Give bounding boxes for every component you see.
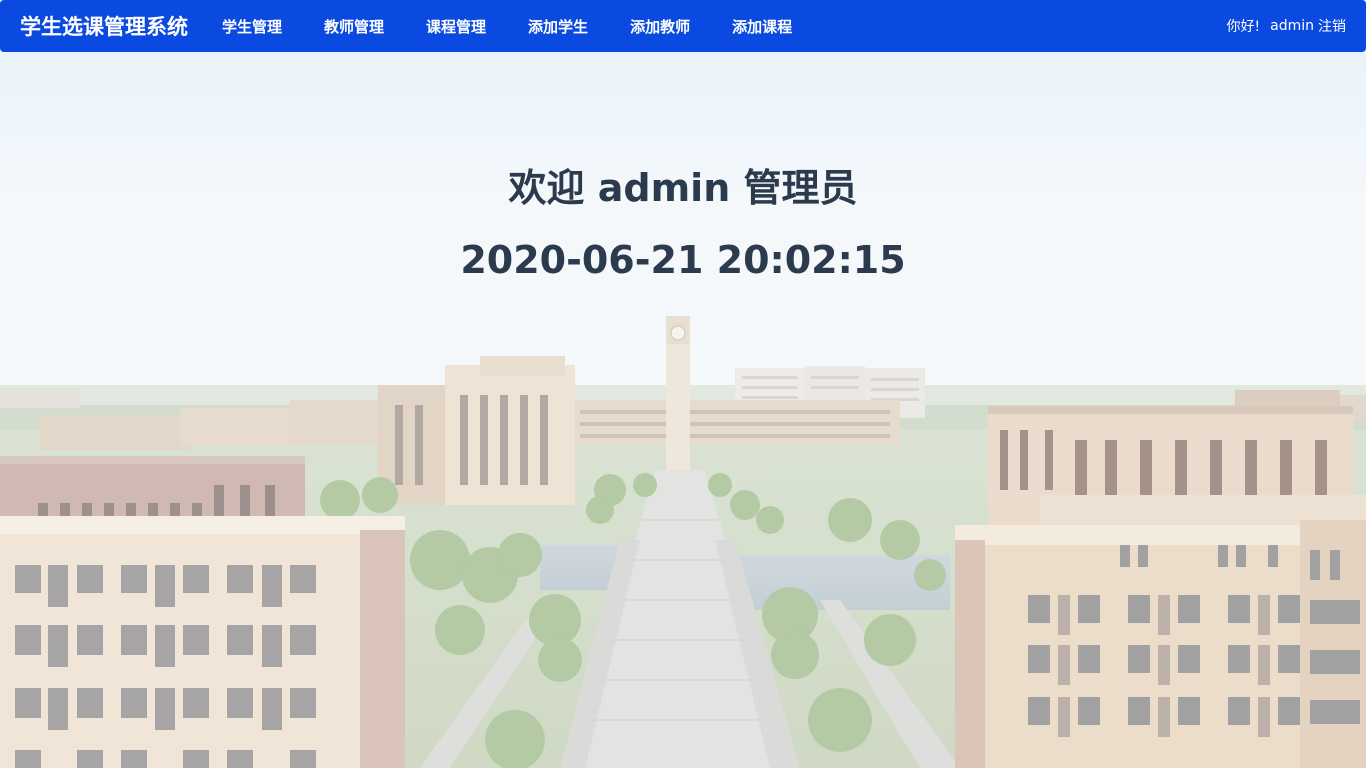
nav-link-add-student[interactable]: 添加学生	[528, 16, 588, 37]
background-wash	[0, 0, 1366, 768]
page: 学生选课管理系统 学生管理 教师管理 课程管理 添加学生 添加教师 添加课程 你…	[0, 0, 1366, 768]
nav-link-course-management[interactable]: 课程管理	[426, 16, 486, 37]
top-navbar: 学生选课管理系统 学生管理 教师管理 课程管理 添加学生 添加教师 添加课程 你…	[0, 0, 1366, 52]
welcome-section: 欢迎 admin 管理员 2020-06-21 20:02:15	[0, 160, 1366, 288]
greeting-text: 你好!	[1226, 19, 1261, 35]
nav-links: 学生管理 教师管理 课程管理 添加学生 添加教师 添加课程	[222, 16, 834, 37]
app-brand[interactable]: 学生选课管理系统	[20, 11, 188, 41]
user-area: 你好! admin 注销	[1227, 16, 1347, 36]
logout-link[interactable]: 注销	[1318, 16, 1346, 36]
username-text: admin	[1270, 18, 1314, 34]
current-datetime: 2020-06-21 20:02:15	[460, 238, 906, 282]
nav-link-add-teacher[interactable]: 添加教师	[630, 16, 690, 37]
welcome-heading: 欢迎 admin 管理员	[508, 166, 858, 210]
nav-link-teacher-management[interactable]: 教师管理	[324, 16, 384, 37]
nav-link-add-course[interactable]: 添加课程	[732, 16, 792, 37]
nav-link-student-management[interactable]: 学生管理	[222, 16, 282, 37]
